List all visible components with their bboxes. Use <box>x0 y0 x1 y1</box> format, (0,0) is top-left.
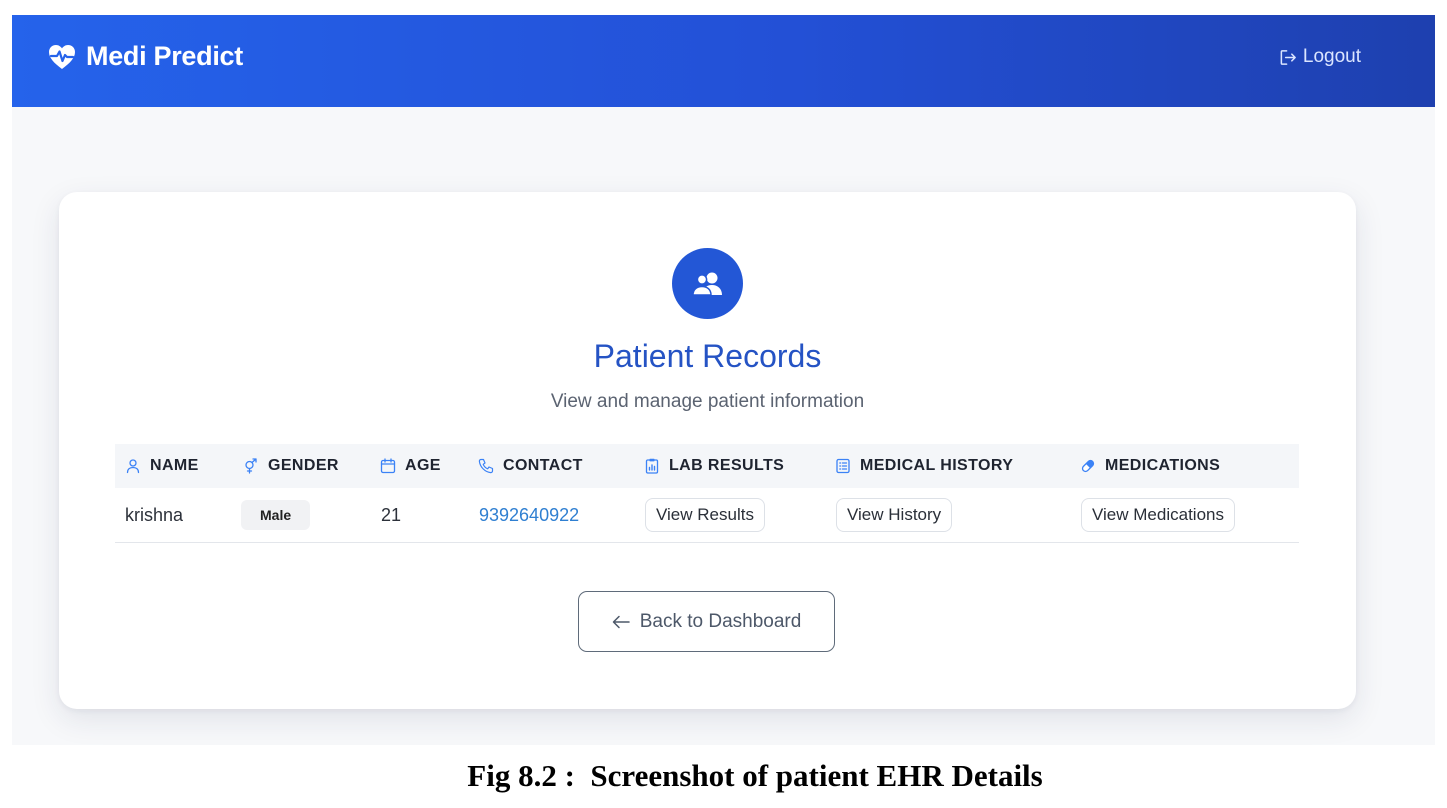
patient-age: 21 <box>381 504 402 525</box>
gender-icon <box>245 458 257 474</box>
phone-icon <box>478 458 494 474</box>
back-button-label: Back to Dashboard <box>639 610 802 632</box>
medications-cell: View Medications <box>1081 488 1235 542</box>
app-window: Medi Predict Logout Patient Records View… <box>12 15 1435 745</box>
gender-badge: Male <box>241 500 311 530</box>
logout-icon <box>1280 49 1296 65</box>
medical-history-cell: View History <box>836 488 953 542</box>
arrow-left-icon <box>612 615 630 628</box>
figure-caption: Fig 8.2 : Screenshot of patient EHR Deta… <box>467 758 1043 793</box>
heart-pulse-icon <box>49 44 75 69</box>
logout-label: Logout <box>1302 46 1361 67</box>
table-header: NAME GENDER AGE CONTACT LAB RESULTS MEDI… <box>115 444 1299 488</box>
patient-table: NAME GENDER AGE CONTACT LAB RESULTS MEDI… <box>115 444 1299 543</box>
column-header-name: NAME <box>125 444 199 488</box>
logout-button[interactable]: Logout <box>1279 46 1361 68</box>
lab-results-cell: View Results <box>645 488 765 542</box>
calendar-icon <box>380 458 396 474</box>
page-subtitle: View and manage patient information <box>550 391 865 412</box>
back-to-dashboard-button[interactable]: Back to Dashboard <box>578 591 835 652</box>
view-results-button[interactable]: View Results <box>645 498 765 532</box>
pill-icon <box>1081 459 1095 473</box>
list-document-icon <box>836 458 850 474</box>
patient-records-card: Patient Records View and manage patient … <box>59 192 1356 709</box>
column-header-medications: MEDICATIONS <box>1080 444 1220 488</box>
table-row: krishna Male 21 9392640922 View Results … <box>115 488 1299 543</box>
top-navbar: Medi Predict Logout <box>12 15 1435 107</box>
users-icon <box>691 272 722 296</box>
lab-report-icon <box>645 458 659 474</box>
patient-name: krishna <box>125 504 184 525</box>
contact-cell: 9392640922 <box>479 488 579 542</box>
gender-cell: Male <box>241 488 311 542</box>
page-title: Patient Records <box>593 338 822 374</box>
column-header-medical-history: MEDICAL HISTORY <box>835 444 1013 488</box>
column-header-age: AGE <box>380 444 441 488</box>
column-header-gender: GENDER <box>243 444 339 488</box>
header-icon-badge <box>672 248 743 319</box>
brand-name: Medi Predict <box>86 41 243 71</box>
column-header-lab-results: LAB RESULTS <box>644 444 784 488</box>
brand-logo[interactable]: Medi Predict <box>48 41 243 72</box>
view-history-button[interactable]: View History <box>836 498 953 532</box>
user-icon <box>126 459 140 474</box>
column-header-contact: CONTACT <box>478 444 583 488</box>
contact-link[interactable]: 9392640922 <box>479 505 579 526</box>
view-medications-button[interactable]: View Medications <box>1081 498 1235 532</box>
